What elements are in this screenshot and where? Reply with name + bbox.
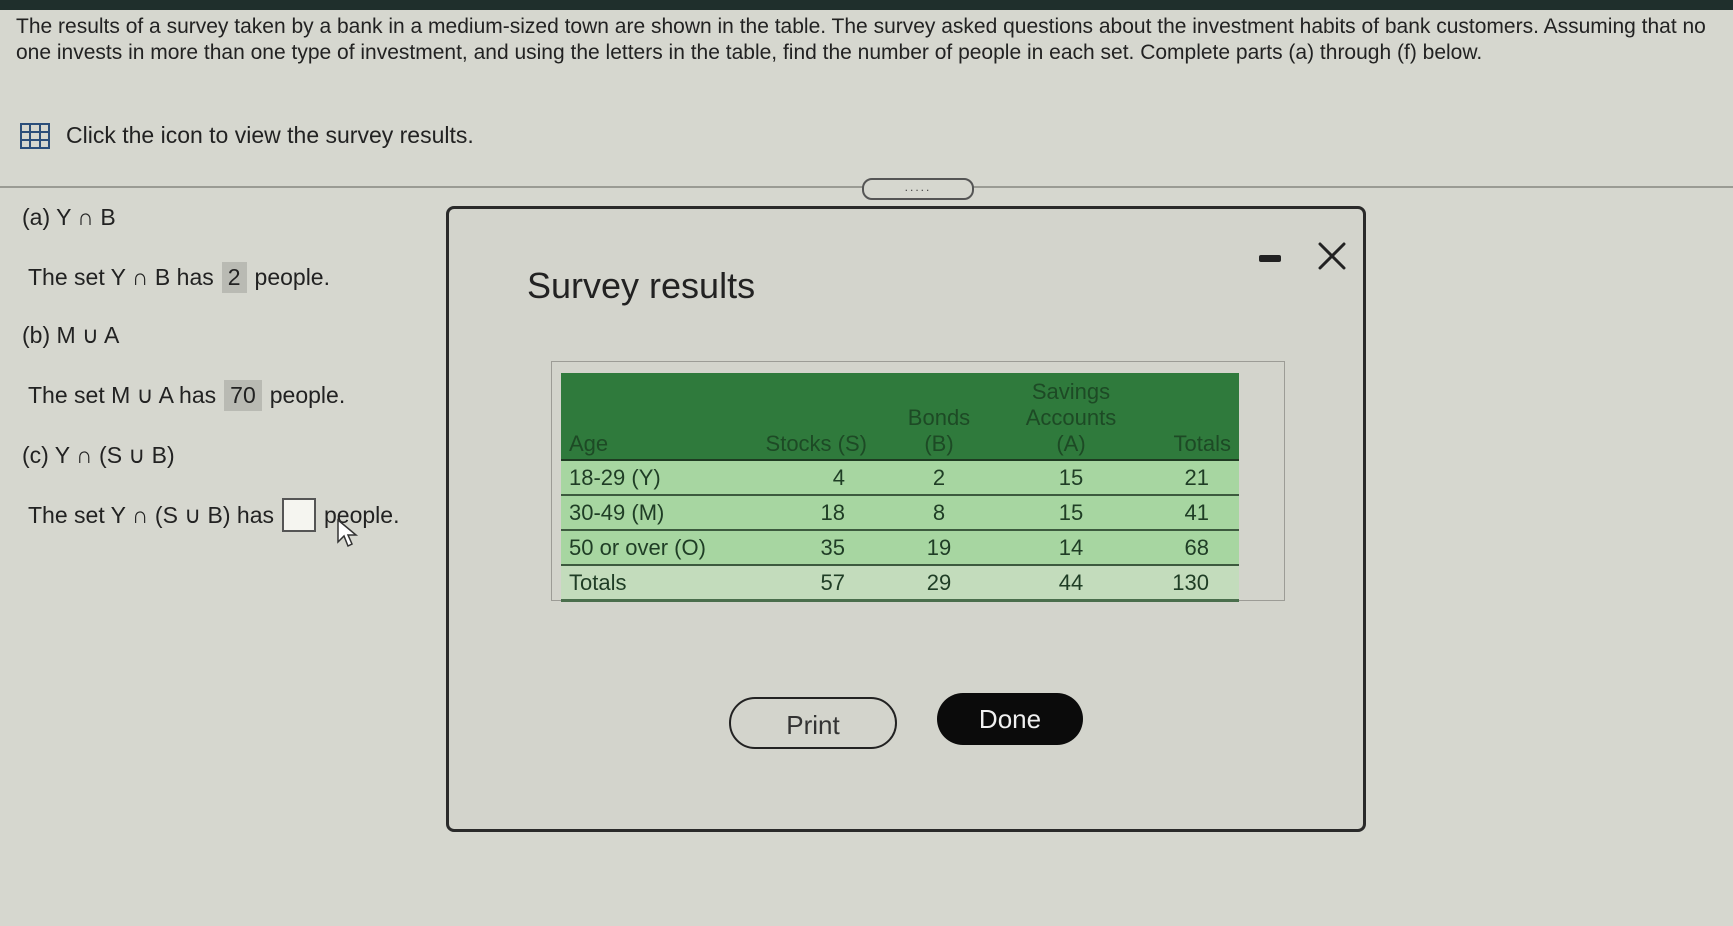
cell-age: 18-29 (Y) — [561, 460, 727, 496]
cell-savings: 15 — [1003, 495, 1139, 531]
header-totals: Totals — [1139, 373, 1239, 461]
cell-age: 50 or over (O) — [561, 530, 727, 566]
cell-bonds: 29 — [875, 565, 1003, 602]
table-grid-icon[interactable] — [20, 122, 50, 149]
survey-results-dialog: Survey results Age Stocks (S) Bonds (B) … — [446, 206, 1366, 832]
mouse-cursor-icon — [337, 518, 359, 548]
part-c-answer-input[interactable] — [282, 498, 317, 532]
top-bar — [0, 0, 1733, 10]
cell-age: Totals — [561, 565, 727, 602]
table-row: 30-49 (M) 18 8 15 41 — [561, 495, 1239, 531]
cell-bonds: 8 — [875, 495, 1003, 531]
table-totals-row: Totals 57 29 44 130 — [561, 565, 1239, 602]
survey-table: Age Stocks (S) Bonds (B) Savings Account… — [561, 373, 1239, 602]
divider-drag-handle[interactable]: ..... — [862, 178, 974, 200]
header-savings-line2: Accounts — [1025, 405, 1117, 430]
header-bonds-line2: (B) — [924, 431, 954, 456]
part-b-prefix: The set M ∪ A has — [28, 382, 217, 408]
cell-bonds: 19 — [875, 530, 1003, 566]
cell-totals: 130 — [1139, 565, 1239, 602]
part-c-label: (c) Y ∩ (S ∪ B) — [22, 442, 175, 468]
header-stocks: Stocks (S) — [727, 373, 875, 461]
cell-totals: 41 — [1139, 495, 1239, 531]
part-b-label: (b) M ∪ A — [22, 322, 120, 348]
part-a-label: (a) Y ∩ B — [22, 204, 116, 230]
table-row: 50 or over (O) 35 19 14 68 — [561, 530, 1239, 566]
part-b-suffix: people. — [269, 382, 346, 408]
minimize-icon[interactable] — [1259, 255, 1281, 262]
done-button[interactable]: Done — [937, 693, 1083, 745]
cell-totals: 21 — [1139, 460, 1239, 496]
cell-age: 30-49 (M) — [561, 495, 727, 531]
print-button[interactable]: Print — [729, 697, 897, 749]
cell-stocks: 57 — [727, 565, 875, 602]
part-a-answer-field[interactable]: 2 — [221, 262, 247, 293]
cell-totals: 68 — [1139, 530, 1239, 566]
header-savings: Savings Accounts (A) — [1003, 373, 1139, 461]
cell-savings: 14 — [1003, 530, 1139, 566]
view-survey-results-link[interactable]: Click the icon to view the survey result… — [20, 122, 474, 149]
header-bonds-line1: Bonds — [907, 405, 971, 430]
dialog-title: Survey results — [527, 265, 756, 306]
table-header-row: Age Stocks (S) Bonds (B) Savings Account… — [561, 373, 1239, 461]
header-age: Age — [561, 373, 727, 461]
view-link-text: Click the icon to view the survey result… — [66, 122, 474, 148]
part-a-prefix: The set Y ∩ B has — [28, 264, 214, 290]
cell-savings: 44 — [1003, 565, 1139, 602]
close-icon[interactable] — [1315, 239, 1349, 273]
part-a-answer-line: The set Y ∩ B has 2 people. — [28, 262, 330, 293]
part-c-prefix: The set Y ∩ (S ∪ B) has — [28, 501, 275, 528]
header-savings-line3: (A) — [1056, 431, 1086, 456]
cell-savings: 15 — [1003, 460, 1139, 496]
cell-stocks: 35 — [727, 530, 875, 566]
part-a-suffix: people. — [254, 264, 330, 290]
header-bonds: Bonds (B) — [875, 373, 1003, 461]
part-b-answer-line: The set M ∪ A has 70 people. — [28, 380, 345, 411]
cell-bonds: 2 — [875, 460, 1003, 496]
problem-statement: The results of a survey taken by a bank … — [16, 15, 1706, 64]
part-b-answer-field[interactable]: 70 — [224, 380, 262, 411]
cell-stocks: 4 — [727, 460, 875, 496]
header-savings-line1: Savings — [1031, 379, 1111, 404]
table-row: 18-29 (Y) 4 2 15 21 — [561, 460, 1239, 496]
cell-stocks: 18 — [727, 495, 875, 531]
